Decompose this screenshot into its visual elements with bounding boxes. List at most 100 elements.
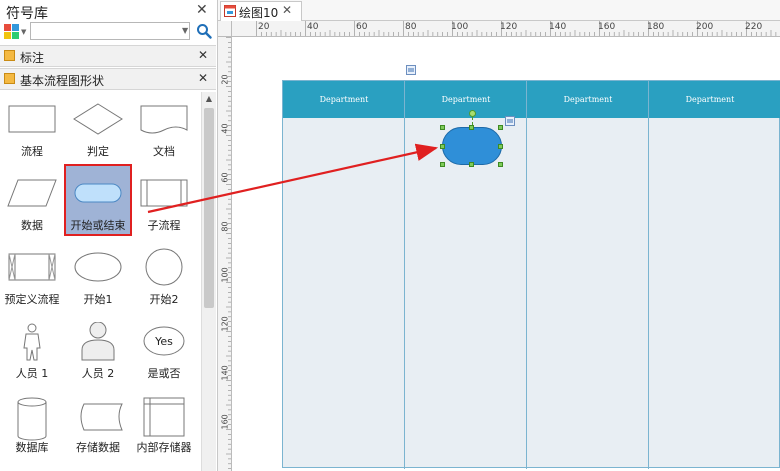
search-icon[interactable] xyxy=(196,23,212,39)
swimlane-pool[interactable]: Department Department Department Departm… xyxy=(282,80,780,469)
scroll-thumb[interactable] xyxy=(204,108,214,308)
lane-divider xyxy=(648,81,649,469)
shape-label: 子流程 xyxy=(147,219,181,232)
shape-start1[interactable]: 开始1 xyxy=(66,240,130,308)
stored-data-icon xyxy=(80,403,123,431)
ruler-v-label: 140 xyxy=(220,365,230,381)
shape-data[interactable]: 数据 xyxy=(0,166,64,234)
section-annotation[interactable]: 标注 ✕ xyxy=(0,45,216,67)
ruler-h-label: 160 xyxy=(598,22,616,32)
ruler-corner xyxy=(218,21,232,37)
rotate-handle[interactable] xyxy=(469,110,476,117)
tab-close-button[interactable]: ✕ xyxy=(282,3,292,17)
internal-storage-icon xyxy=(143,397,185,437)
shape-yes-no[interactable]: Yes 是或否 xyxy=(132,314,196,382)
resize-handle-n[interactable] xyxy=(469,125,474,130)
lane-title[interactable]: Department xyxy=(283,95,405,104)
library-dropdown-icon[interactable]: ▼ xyxy=(21,28,26,36)
lane-divider xyxy=(526,81,527,469)
search-input[interactable] xyxy=(30,22,190,40)
terminator-icon xyxy=(74,183,122,203)
ruler-h-label: 20 xyxy=(258,22,270,32)
resize-handle-sw[interactable] xyxy=(440,162,445,167)
resize-handle-e[interactable] xyxy=(498,144,503,149)
shape-label: 内部存储器 xyxy=(136,441,192,454)
placed-terminator-shape[interactable] xyxy=(442,127,502,165)
horizontal-ruler: 20 40 60 80 100 120 140 160 180 200 220 xyxy=(232,21,780,37)
ruler-h-label: 80 xyxy=(405,22,417,32)
person-outline-icon xyxy=(23,323,41,361)
shape-terminator[interactable]: 开始或结束 xyxy=(64,164,132,236)
circle-icon xyxy=(145,248,183,286)
ruler-v-label: 80 xyxy=(220,221,230,232)
drawing-file-icon xyxy=(224,5,236,17)
shape-document[interactable]: 文档 xyxy=(132,92,196,160)
drawing-canvas[interactable]: Department Department Department Departm… xyxy=(232,37,780,471)
yes-no-icon: Yes xyxy=(143,326,185,356)
shape-person1[interactable]: 人员 1 xyxy=(0,314,64,382)
document-icon xyxy=(140,105,188,134)
ruler-h-label: 100 xyxy=(451,22,469,32)
panel-title: 符号库 xyxy=(6,6,48,22)
ruler-h-label: 180 xyxy=(647,22,665,32)
section-label: 基本流程图形状 xyxy=(20,74,105,88)
ruler-v-label: 160 xyxy=(220,414,230,430)
shape-label: 人员 2 xyxy=(81,367,115,380)
resize-handle-nw[interactable] xyxy=(440,125,445,130)
shape-start2[interactable]: 开始2 xyxy=(132,240,196,308)
lane-title[interactable]: Department xyxy=(649,95,771,104)
search-row: ▼ ▼ xyxy=(4,22,212,42)
shape-person2[interactable]: 人员 2 xyxy=(66,314,130,382)
lane-divider xyxy=(404,81,405,469)
shape-process[interactable]: 流程 xyxy=(0,92,64,160)
ruler-h-label: 140 xyxy=(549,22,567,32)
scroll-up-icon[interactable]: ▲ xyxy=(204,94,214,104)
section-basic-flowchart[interactable]: 基本流程图形状 ✕ xyxy=(0,68,216,90)
resize-handle-s[interactable] xyxy=(469,162,474,167)
section-close-button[interactable]: ✕ xyxy=(198,48,208,62)
database-icon xyxy=(17,397,47,441)
shape-label: 开始或结束 xyxy=(70,219,126,232)
library-grid-icon[interactable] xyxy=(4,24,20,40)
lane-title[interactable]: Department xyxy=(405,95,527,104)
shape-stored-data[interactable]: 存储数据 xyxy=(66,388,130,456)
process-icon xyxy=(8,105,56,133)
vertical-ruler: 20 40 60 80 100 120 140 160 xyxy=(218,37,232,471)
document-tab-bar: 绘图10 ✕ xyxy=(218,0,780,21)
rotation-guide xyxy=(472,117,473,125)
panel-close-button[interactable]: ✕ xyxy=(196,2,208,18)
ruler-v-label: 120 xyxy=(220,316,230,332)
section-close-button[interactable]: ✕ xyxy=(198,71,208,85)
lane-title[interactable]: Department xyxy=(527,95,649,104)
pool-options-icon[interactable] xyxy=(406,65,416,75)
shape-label: 存储数据 xyxy=(76,441,120,454)
ruler-h-label: 220 xyxy=(745,22,763,32)
ruler-v-label: 20 xyxy=(220,74,230,85)
folder-icon xyxy=(4,50,15,61)
symbol-library-panel: 符号库 ✕ ▼ ▼ 标注 ✕ 基本流程图形状 ✕ 流程 判定 文档 数据 开始或… xyxy=(0,0,218,471)
decision-icon xyxy=(73,103,123,135)
shape-decision[interactable]: 判定 xyxy=(66,92,130,160)
folder-icon xyxy=(4,73,15,84)
tab-drawing[interactable]: 绘图10 ✕ xyxy=(220,1,302,21)
person-bust-icon xyxy=(81,322,115,361)
search-dropdown-icon[interactable]: ▼ xyxy=(182,26,188,35)
ruler-h-label: 200 xyxy=(696,22,714,32)
shape-scrollbar[interactable]: ▲ xyxy=(201,92,216,471)
ruler-h-label: 120 xyxy=(500,22,518,32)
shape-subprocess[interactable]: 子流程 xyxy=(132,166,196,234)
resize-handle-ne[interactable] xyxy=(498,125,503,130)
subprocess-icon xyxy=(140,179,188,207)
shape-label: 文档 xyxy=(153,145,175,158)
ruler-v-ticks xyxy=(226,37,231,470)
resize-handle-se[interactable] xyxy=(498,162,503,167)
resize-handle-w[interactable] xyxy=(440,144,445,149)
ellipse-icon xyxy=(74,252,122,282)
shape-predefined-process[interactable]: 预定义流程 xyxy=(0,240,64,308)
shape-internal-storage[interactable]: 内部存储器 xyxy=(132,388,196,456)
shape-options-icon[interactable] xyxy=(505,116,515,126)
section-label: 标注 xyxy=(20,51,45,65)
shape-label: 是或否 xyxy=(147,367,181,380)
shape-database[interactable]: 数据库 xyxy=(0,388,64,456)
shape-label: 开始2 xyxy=(149,293,179,306)
